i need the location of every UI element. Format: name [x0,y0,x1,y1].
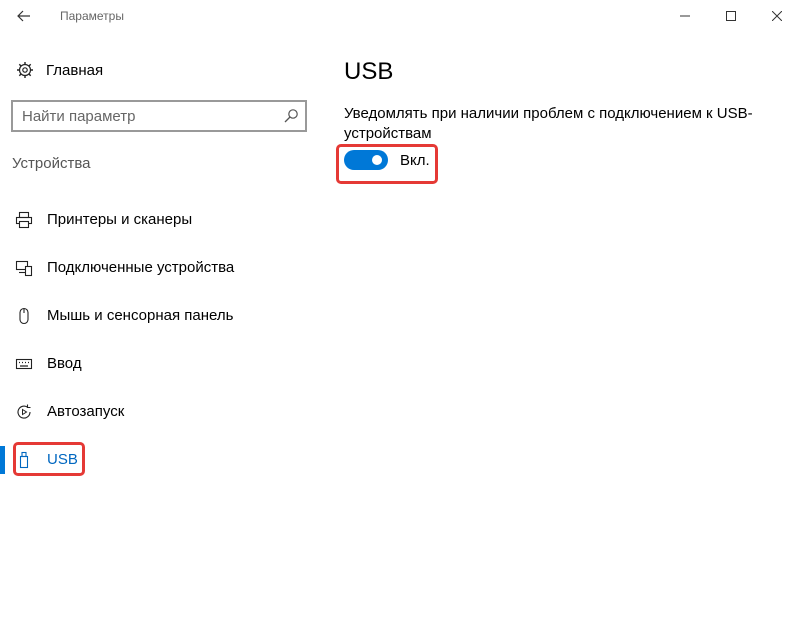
sidebar-item-usb[interactable]: USB [0,436,320,484]
sidebar-item-label: Подключенные устройства [47,259,235,276]
back-button[interactable] [10,4,38,28]
back-arrow-icon [17,10,30,22]
nav-home[interactable]: Главная [12,56,302,84]
maximize-button[interactable] [708,0,754,32]
nav-home-label: Главная [46,61,104,79]
close-button[interactable] [754,0,800,32]
search-icon[interactable] [283,108,299,124]
title-bar: Параметры [0,0,800,32]
search-input[interactable] [22,102,272,130]
section-header: Устройства [12,155,91,172]
sidebar-item-input[interactable]: Ввод [0,340,320,388]
highlight-frame-toggle [336,144,438,184]
nav-list: Принтеры и сканеры Подключенные устройст… [0,196,320,484]
sidebar-item-mouse[interactable]: Мышь и сенсорная панель [0,292,320,340]
page-title: USB [344,58,394,85]
sidebar-item-label: Принтеры и сканеры [47,211,193,228]
highlight-frame-usb [13,442,85,476]
minimize-icon [680,15,690,17]
sidebar-item-autoplay[interactable]: Автозапуск [0,388,320,436]
gear-icon [14,59,36,81]
autoplay-icon [14,402,34,422]
sidebar-item-connected-devices[interactable]: Подключенные устройства [0,244,320,292]
minimize-button[interactable] [662,0,708,32]
window-title: Параметры [60,9,124,23]
usb-notify-description: Уведомлять при наличии проблем с подключ… [344,105,753,142]
printer-icon [14,210,34,230]
keyboard-icon [14,354,34,374]
sidebar-item-label: Мышь и сенсорная панель [47,307,234,324]
sidebar-item-printers[interactable]: Принтеры и сканеры [0,196,320,244]
sidebar-item-label: Ввод [47,355,82,372]
close-icon [772,11,782,21]
devices-icon [14,258,34,278]
sidebar-item-label: Автозапуск [47,403,125,420]
search-box [11,100,307,132]
mouse-icon [14,306,34,326]
selection-indicator [0,446,5,474]
maximize-icon [726,11,736,21]
